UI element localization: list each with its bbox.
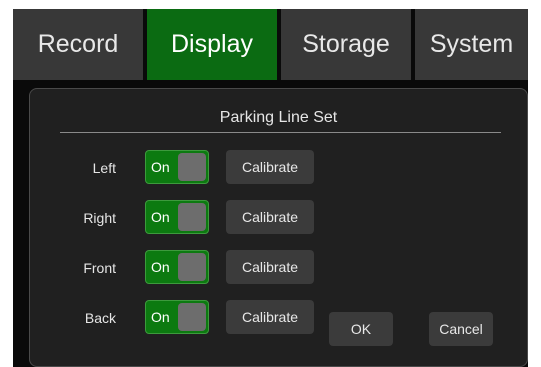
toggle-knob [178, 253, 206, 281]
calibrate-back-button[interactable]: Calibrate [226, 300, 314, 334]
row-label-front: Front [83, 260, 116, 276]
tab-bar: Record Display Storage System [13, 9, 528, 80]
toggle-back-state: On [151, 309, 170, 325]
ok-button[interactable]: OK [329, 312, 393, 346]
toggle-knob [178, 153, 206, 181]
title-divider [60, 132, 501, 133]
toggle-back[interactable]: On [145, 300, 209, 334]
screen: Record Display Storage System Parking Li… [13, 9, 528, 367]
row-label-back: Back [84, 310, 116, 326]
row-label-right: Right [83, 210, 116, 226]
tab-system[interactable]: System [415, 9, 528, 80]
dialog-title: Parking Line Set [219, 109, 338, 126]
toggle-left[interactable]: On [145, 150, 209, 184]
row-label-left: Left [92, 160, 116, 176]
parking-line-dialog: Parking Line Set Left On Calibrate Right… [29, 88, 528, 367]
calibrate-left-button[interactable]: Calibrate [226, 150, 314, 184]
toggle-front[interactable]: On [145, 250, 209, 284]
toggle-right-state: On [151, 209, 170, 225]
tab-record[interactable]: Record [13, 9, 143, 80]
tab-display[interactable]: Display [147, 9, 277, 80]
toggle-knob [178, 303, 206, 331]
toggle-right[interactable]: On [145, 200, 209, 234]
toggle-left-state: On [151, 159, 170, 175]
calibrate-front-button[interactable]: Calibrate [226, 250, 314, 284]
tab-storage[interactable]: Storage [281, 9, 411, 80]
calibrate-right-button[interactable]: Calibrate [226, 200, 314, 234]
toggle-knob [178, 203, 206, 231]
cancel-button[interactable]: Cancel [429, 312, 493, 346]
toggle-front-state: On [151, 259, 170, 275]
